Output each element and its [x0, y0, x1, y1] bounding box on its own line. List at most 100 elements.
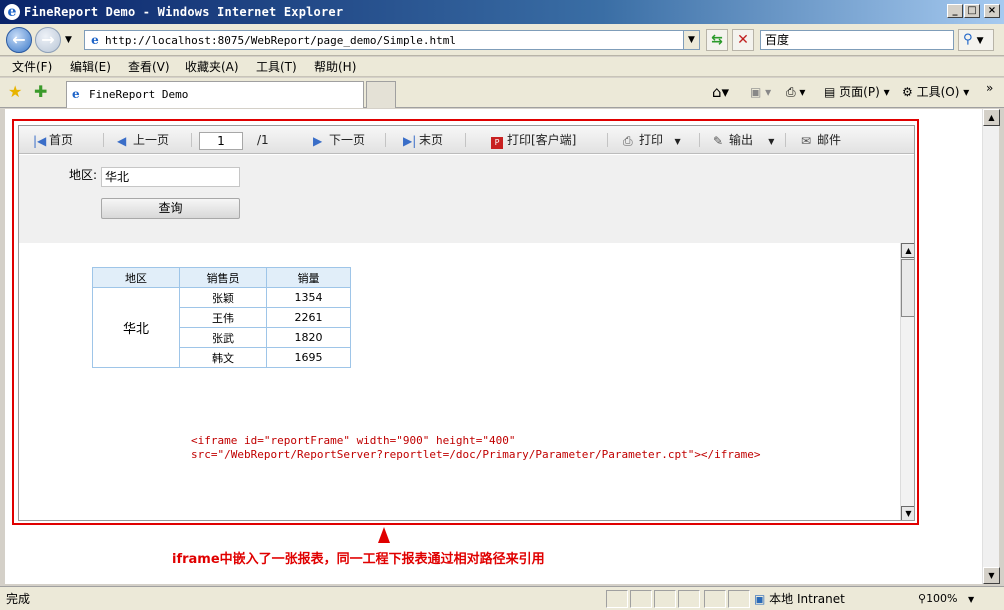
back-button[interactable]: ←: [6, 27, 32, 53]
toolbar-divider: [191, 133, 192, 147]
annotation-arrow: [378, 527, 390, 543]
title-bar: e FineReport Demo - Windows Internet Exp…: [0, 0, 1004, 24]
printer-icon: ⎙: [623, 134, 633, 148]
history-dropdown-icon[interactable]: ▼: [65, 35, 72, 45]
print-icon[interactable]: ⎙ ▾: [786, 84, 805, 100]
salesman-cell: 张武: [179, 327, 267, 348]
url-dropdown-icon[interactable]: ▼: [683, 31, 699, 49]
zone-label: 本地 Intranet: [769, 592, 845, 606]
status-cell: [728, 590, 750, 608]
header-salesman: 销售员: [179, 267, 267, 288]
region-input[interactable]: 华北: [101, 167, 240, 187]
stop-button[interactable]: ✕: [732, 29, 754, 51]
first-page-icon: |◀: [33, 134, 47, 148]
report-scroll-thumb[interactable]: [901, 259, 914, 317]
menu-help[interactable]: 帮助(H): [314, 59, 356, 75]
prev-page-button[interactable]: ◀ 上一页: [117, 132, 169, 148]
toolbar-divider: [465, 133, 466, 147]
url-field[interactable]: e http://localhost:8075/WebReport/page_d…: [84, 30, 700, 50]
code-line-1: <iframe id="reportFrame" width="900" hei…: [191, 434, 516, 447]
region-cell: 华北: [92, 287, 180, 368]
status-cell: [678, 590, 700, 608]
amount-cell: 2261: [266, 307, 351, 328]
report-scroll-down-icon[interactable]: ▼: [901, 506, 914, 520]
zoom-control[interactable]: ⚲100% ▼: [918, 591, 974, 608]
menu-bar: 文件(F) 编辑(E) 查看(V) 收藏夹(A) 工具(T) 帮助(H): [0, 57, 1004, 77]
search-input[interactable]: 百度: [760, 30, 954, 50]
code-line-2: src="/WebReport/ReportServer?reportlet=/…: [191, 448, 761, 461]
next-page-label: 下一页: [329, 133, 366, 147]
tabs-bar: ★ ✚ e FineReport Demo ⌂▾ ▣ ▾ ⎙ ▾ ▤ 页面(P)…: [0, 78, 1004, 108]
report-table: 地区 销售员 销量 华北 张颖 1354 王伟 2261 张武 1820 韩文 …: [92, 267, 351, 368]
page-number-input[interactable]: 1: [199, 132, 243, 150]
report-scrollbar[interactable]: ▲ ▼: [900, 243, 914, 520]
refresh-button[interactable]: ⇆: [706, 29, 728, 51]
region-label: 地区:: [69, 168, 98, 182]
next-page-button[interactable]: ▶ 下一页: [313, 132, 365, 148]
iframe-code-snippet: <iframe id="reportFrame" width="900" hei…: [191, 434, 761, 462]
menu-favorites[interactable]: 收藏夹(A): [185, 59, 239, 75]
status-text: 完成: [6, 592, 31, 606]
feeds-icon[interactable]: ▣ ▾: [750, 84, 771, 100]
new-tab-button[interactable]: [366, 81, 396, 108]
menu-tools[interactable]: 工具(T): [256, 59, 297, 75]
header-region: 地区: [92, 267, 180, 288]
search-icon: ⚲: [963, 32, 973, 47]
page-scrollbar[interactable]: ▲ ▼: [982, 109, 1000, 584]
search-button[interactable]: ⚲ ▼: [958, 29, 994, 51]
last-page-label: 末页: [419, 133, 444, 147]
total-pages: /1: [257, 133, 269, 147]
print-client-label: 打印[客户端]: [507, 133, 577, 147]
status-cell: [630, 590, 652, 608]
toolbar-divider: [785, 133, 786, 147]
menu-edit[interactable]: 编辑(E): [70, 59, 111, 75]
print-label: 打印: [639, 133, 664, 147]
add-favorites-icon[interactable]: ✚: [34, 83, 47, 101]
export-button[interactable]: ✎ 输出 ▼: [713, 132, 774, 150]
print-dropdown-icon: ▼: [674, 137, 681, 146]
table-row: 华北 张颖 1354: [92, 287, 351, 368]
prev-page-label: 上一页: [133, 133, 170, 147]
tools-menu[interactable]: ⚙ 工具(O) ▾: [902, 84, 969, 100]
window-title: FineReport Demo - Windows Internet Explo…: [24, 5, 344, 19]
zoom-icon: ⚲: [918, 592, 927, 605]
minimize-button[interactable]: _: [947, 4, 963, 18]
mail-button[interactable]: ✉ 邮件: [801, 132, 841, 148]
print-button[interactable]: ⎙ 打印 ▼: [623, 132, 681, 150]
chevron-more-icon[interactable]: »: [986, 80, 993, 96]
mail-icon: ✉: [801, 134, 812, 148]
menu-view[interactable]: 查看(V): [128, 59, 170, 75]
intranet-icon: ▣: [754, 592, 766, 606]
amount-cell: 1354: [266, 287, 351, 308]
forward-button[interactable]: →: [35, 27, 61, 53]
scroll-down-icon[interactable]: ▼: [983, 567, 1000, 584]
print-client-button[interactable]: P 打印[客户端]: [491, 132, 576, 149]
close-window-button[interactable]: ×: [984, 4, 1000, 18]
mail-label: 邮件: [817, 133, 842, 147]
last-page-button[interactable]: ▶| 末页: [403, 132, 443, 148]
first-page-button[interactable]: |◀ 首页: [33, 132, 73, 148]
tools-menu-label: 工具(O): [916, 85, 960, 99]
security-zone[interactable]: ▣ 本地 Intranet: [754, 591, 845, 607]
url-text: http://localhost:8075/WebReport/page_dem…: [105, 34, 456, 47]
scroll-up-icon[interactable]: ▲: [983, 109, 1000, 126]
toolbar-divider: [103, 133, 104, 147]
page-icon: e: [91, 33, 99, 47]
report-iframe: |◀ 首页 ◀ 上一页 1 /1 ▶ 下一页 ▶| 末页 P 打印[客户端] ⎙ 打印 ▼ …: [18, 125, 915, 521]
report-toolbar: |◀ 首页 ◀ 上一页 1 /1 ▶ 下一页 ▶| 末页 P 打印[客户端] ⎙ 打印 ▼ …: [19, 126, 914, 154]
next-page-icon: ▶: [313, 134, 323, 148]
report-scroll-up-icon[interactable]: ▲: [901, 243, 914, 258]
ie-logo-icon: e: [4, 4, 20, 20]
maximize-button[interactable]: □: [964, 4, 980, 18]
menu-file[interactable]: 文件(F): [12, 59, 52, 75]
home-icon[interactable]: ⌂▾: [712, 84, 729, 100]
status-cell: [654, 590, 676, 608]
toolbar-divider: [385, 133, 386, 147]
favorites-star-icon[interactable]: ★: [8, 83, 22, 101]
query-button[interactable]: 查询: [101, 198, 240, 219]
status-bar: 完成 ▣ 本地 Intranet ⚲100% ▼: [0, 586, 1004, 610]
last-page-icon: ▶|: [403, 134, 417, 148]
salesman-cell: 张颖: [179, 287, 267, 308]
tab-finereport-demo[interactable]: e FineReport Demo: [66, 81, 364, 108]
page-menu[interactable]: ▤ 页面(P) ▾: [824, 84, 890, 100]
